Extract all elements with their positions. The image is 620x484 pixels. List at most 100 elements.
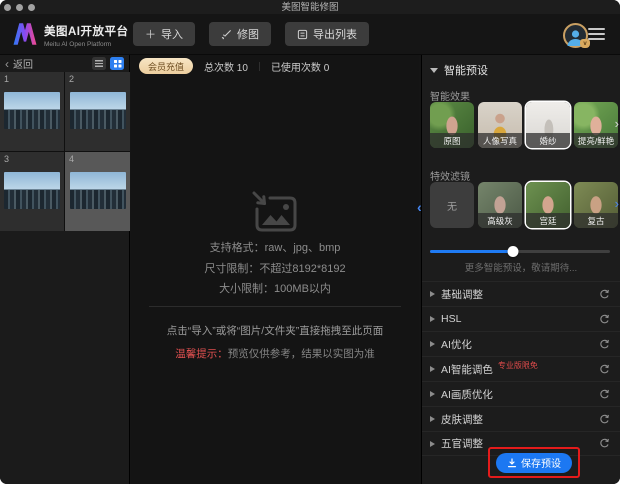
group-photo-image <box>69 172 126 209</box>
section-skin-adjust[interactable]: 皮肤调整 <box>422 406 620 431</box>
caret-right-icon <box>430 416 435 422</box>
panel-collapse-arrow[interactable]: ‹ <box>417 199 422 215</box>
section-basic-adjust[interactable]: 基础调整 <box>422 281 620 306</box>
caret-right-icon <box>430 366 435 372</box>
section-label: AI优化 <box>441 338 472 351</box>
back-button[interactable]: ‹ 返回 <box>5 56 33 72</box>
magic-wand-icon <box>221 29 232 40</box>
section-label: AI智能调色 <box>441 363 493 376</box>
thumbnail-grid: 1 2 3 4 <box>0 72 130 231</box>
effect-label: 婚纱 <box>526 133 570 148</box>
brand-block: 美图AI开放平台 Meitu AI Open Platform <box>44 23 129 48</box>
save-preset-button[interactable]: 保存预设 <box>496 452 572 473</box>
sidebar-header: ‹ 返回 <box>0 55 129 72</box>
effect-original[interactable]: 原图 <box>430 102 474 148</box>
retouch-button[interactable]: 修图 <box>209 22 271 46</box>
count-separator: ｜ <box>254 61 264 72</box>
brand-subtitle: Meitu AI Open Platform <box>44 41 112 48</box>
drag-drop-hint: 点击“导入”或将“图片/文件夹”直接拖拽至此页面 <box>166 325 384 337</box>
photo-list-sidebar: ‹ 返回 1 2 3 4 <box>0 55 130 484</box>
filter-label: 高级灰 <box>478 213 522 228</box>
panel-title: 智能预设 <box>444 65 488 77</box>
photo-thumbnail-3[interactable]: 3 <box>0 152 64 231</box>
divider <box>149 306 401 307</box>
slider-handle[interactable] <box>507 246 519 257</box>
slider-fill <box>430 250 513 253</box>
section-label: AI画质优化 <box>441 388 493 401</box>
section-ai-quality[interactable]: AI画质优化 <box>422 381 620 406</box>
section-ai-smart-color[interactable]: AI智能调色 专业版限免 <box>422 356 620 381</box>
app-header: 美图AI开放平台 Meitu AI Open Platform ＋ 导入 修图 <box>0 14 620 55</box>
import-image-icon <box>249 188 301 245</box>
member-recharge-button[interactable]: 会员充值 <box>139 58 194 74</box>
import-button[interactable]: ＋ 导入 <box>133 22 195 46</box>
reset-icon[interactable] <box>599 339 610 350</box>
thumbnail-number: 1 <box>4 74 10 84</box>
reset-icon[interactable] <box>599 289 610 300</box>
smart-preset-section-header[interactable]: 智能预设 <box>430 62 488 78</box>
export-list-button-label: 导出列表 <box>313 29 357 41</box>
filter-retro[interactable]: 复古 <box>574 182 618 228</box>
section-hsl[interactable]: HSL <box>422 306 620 331</box>
header-toolbar: ＋ 导入 修图 导出列表 <box>133 22 369 46</box>
filter-label: 复古 <box>574 213 618 228</box>
view-toggles <box>92 57 124 70</box>
effect-portrait[interactable]: 人像写真 <box>478 102 522 148</box>
group-photo-image <box>69 92 126 129</box>
format-line: 支持格式：raw、jpg、bmp <box>209 242 341 254</box>
notice-label: 温馨提示： <box>175 348 228 360</box>
membership-bar: 会员充值 总次数 10 ｜ 已使用次数 0 <box>139 57 329 75</box>
section-ai-optimize[interactable]: AI优化 <box>422 331 620 356</box>
caret-right-icon <box>430 440 435 447</box>
list-view-button[interactable] <box>92 57 106 70</box>
caret-down-icon <box>430 67 438 73</box>
photo-thumbnail-1[interactable]: 1 <box>0 72 64 151</box>
brand-name: 美图AI开放平台 <box>44 26 129 38</box>
retouch-button-label: 修图 <box>237 29 259 41</box>
caret-right-icon <box>430 391 435 397</box>
chevron-left-icon: ‹ <box>5 56 9 71</box>
photo-thumbnail-2[interactable]: 2 <box>65 72 130 151</box>
reset-icon[interactable] <box>599 414 610 425</box>
import-button-label: 导入 <box>161 29 183 41</box>
thumbnail-number: 3 <box>4 154 10 164</box>
window-title: 美图智能修图 <box>281 2 339 13</box>
effect-brighten-vivid[interactable]: 提亮/鲜艳 <box>574 102 618 148</box>
used-count: 已使用次数 0 <box>270 62 330 74</box>
reset-icon[interactable] <box>599 364 610 375</box>
section-label: HSL <box>441 313 462 325</box>
export-list-icon <box>297 29 308 40</box>
filters-scroll-right-icon[interactable]: › <box>615 197 619 210</box>
caret-right-icon <box>430 341 435 347</box>
thumbnail-number: 4 <box>69 154 75 164</box>
filter-advanced-gray[interactable]: 高级灰 <box>478 182 522 228</box>
plus-icon: ＋ <box>145 29 156 41</box>
annotation-highlight-box: 保存预设 <box>488 447 580 478</box>
user-avatar[interactable]: v <box>563 23 590 48</box>
export-list-button[interactable]: 导出列表 <box>285 22 369 46</box>
menu-button[interactable] <box>588 28 605 40</box>
reset-icon[interactable] <box>599 314 610 325</box>
filesize-line: 大小限制：100MB以内 <box>219 283 331 295</box>
save-preset-label: 保存预设 <box>521 459 561 470</box>
notice-line: 温馨提示：预览仅供参考，结果以实图为准 <box>131 346 419 361</box>
filter-none[interactable]: 无 <box>430 182 474 228</box>
effect-wedding-selected[interactable]: 婚纱 <box>526 102 570 148</box>
reset-icon[interactable] <box>599 438 610 449</box>
app-window: 美图智能修图 美图AI开放平台 Meitu AI Open Platform ＋… <box>0 0 620 484</box>
filters-title: 特效滤镜 <box>430 172 470 183</box>
effects-scroll-right-icon[interactable]: › <box>615 117 619 130</box>
filter-strength-slider[interactable] <box>430 245 610 257</box>
reset-icon[interactable] <box>599 389 610 400</box>
vip-badge-icon: v <box>580 39 590 48</box>
effect-label: 原图 <box>430 133 474 148</box>
group-photo-image <box>4 172 60 209</box>
filter-palace-selected[interactable]: 宫廷 <box>526 182 570 228</box>
effect-label: 人像写真 <box>478 133 522 148</box>
smart-preset-panel: ‹ 智能预设 智能效果 原图 人像写真 婚纱 提亮/鲜艳 › 特效滤镜 无 高级… <box>417 55 620 484</box>
section-label: 五官调整 <box>441 438 483 450</box>
save-icon <box>508 457 516 467</box>
notice-text: 预览仅供参考，结果以实图为准 <box>227 348 375 360</box>
grid-view-button[interactable] <box>110 57 124 70</box>
photo-thumbnail-4-selected[interactable]: 4 <box>65 152 130 231</box>
